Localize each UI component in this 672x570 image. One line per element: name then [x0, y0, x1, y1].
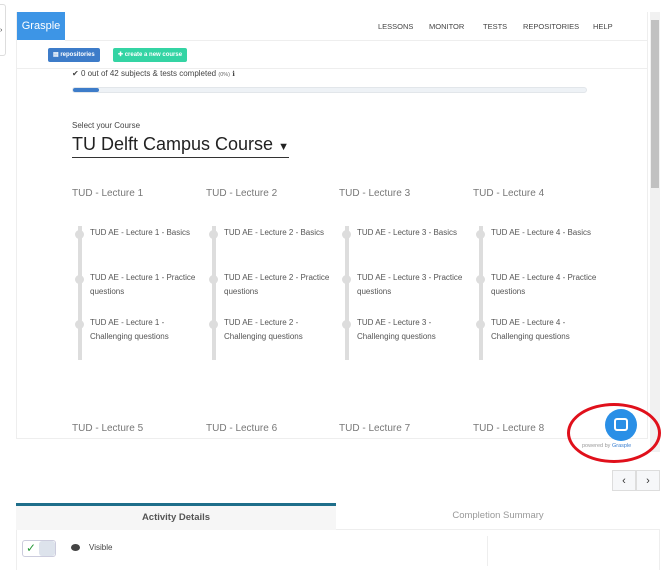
nav-monitor[interactable]: MONITOR	[429, 22, 464, 31]
timeline-dot	[476, 320, 485, 329]
lecture-column: TUD - Lecture 4 TUD AE - Lecture 4 - Bas…	[473, 188, 603, 360]
lecture-title: TUD - Lecture 1	[72, 188, 144, 199]
visibility-toggle[interactable]: ✓	[22, 540, 56, 557]
nav-lessons[interactable]: LESSONS	[378, 22, 413, 31]
timeline-dot	[476, 230, 485, 239]
timeline-dot	[75, 275, 84, 284]
lecture-column: TUD - Lecture 3 TUD AE - Lecture 3 - Bas…	[339, 188, 469, 360]
timeline-dot	[209, 320, 218, 329]
repositories-button[interactable]: ▤ repositories	[48, 48, 100, 62]
grasple-logo[interactable]: Grasple	[17, 12, 65, 40]
lecture-title: TUD - Lecture 5	[72, 423, 144, 434]
lecture-item[interactable]: TUD AE - Lecture 2 - Challenging questio…	[206, 316, 331, 344]
lecture-item[interactable]: TUD AE - Lecture 1 - Challenging questio…	[72, 316, 197, 344]
caret-down-icon: ▼	[278, 141, 289, 153]
lecture-item[interactable]: TUD AE - Lecture 4 - Challenging questio…	[473, 316, 598, 344]
timeline-dot	[209, 230, 218, 239]
info-icon[interactable]: ℹ	[232, 71, 235, 78]
timeline-dot	[75, 230, 84, 239]
lecture-column: TUD - Lecture 2 TUD AE - Lecture 2 - Bas…	[206, 188, 336, 360]
tab-activity-details[interactable]: Activity Details	[16, 503, 336, 530]
lecture-column: TUD - Lecture 1 TUD AE - Lecture 1 - Bas…	[72, 188, 202, 360]
lecture-item[interactable]: TUD AE - Lecture 2 - Practice questions	[206, 271, 331, 299]
create-course-button[interactable]: ✚ create a new course	[113, 48, 188, 62]
lecture-title: TUD - Lecture 6	[206, 423, 278, 434]
lecture-item[interactable]: TUD AE - Lecture 1 - Practice questions	[72, 271, 197, 299]
progress-fill	[73, 88, 99, 92]
toggle-knob	[39, 541, 55, 556]
scrollbar-thumb[interactable]	[651, 20, 659, 188]
prev-button[interactable]: ‹	[612, 470, 636, 491]
nav-tests[interactable]: TESTS	[483, 22, 507, 31]
lecture-title: TUD - Lecture 4	[473, 188, 545, 199]
lecture-item[interactable]: TUD AE - Lecture 1 - Basics	[72, 226, 197, 240]
lecture-item[interactable]: TUD AE - Lecture 2 - Basics	[206, 226, 331, 240]
timeline-dot	[342, 275, 351, 284]
progress-text: ✔ 0 out of 42 subjects & tests completed…	[72, 69, 235, 78]
lecture-title: TUD - Lecture 2	[206, 188, 278, 199]
nav-help[interactable]: HELP	[593, 22, 613, 31]
lecture-item[interactable]: TUD AE - Lecture 3 - Challenging questio…	[339, 316, 464, 344]
lecture-item[interactable]: TUD AE - Lecture 4 - Practice questions	[473, 271, 598, 299]
lecture-title: TUD - Lecture 7	[339, 423, 411, 434]
lecture-item[interactable]: TUD AE - Lecture 4 - Basics	[473, 226, 598, 240]
side-panel-toggle[interactable]: ›	[0, 4, 6, 56]
course-dropdown[interactable]: TU Delft Campus Course ▼	[72, 134, 289, 158]
activity-panel	[16, 530, 660, 570]
timeline-dot	[209, 275, 218, 284]
toolbar: ▤ repositories ✚ create a new course	[17, 41, 647, 69]
select-course-label: Select your Course	[72, 121, 141, 130]
lecture-title: TUD - Lecture 3	[339, 188, 411, 199]
top-nav: LESSONS MONITOR TESTS REPOSITORIES HELP	[65, 12, 648, 41]
progress-bar	[72, 87, 587, 93]
eye-icon	[71, 544, 80, 551]
timeline-dot	[476, 275, 485, 284]
tab-completion-summary[interactable]: Completion Summary	[336, 504, 660, 530]
timeline-dot	[75, 320, 84, 329]
lecture-item[interactable]: TUD AE - Lecture 3 - Basics	[339, 226, 464, 240]
divider	[487, 536, 488, 566]
grasple-frame: Grasple LESSONS MONITOR TESTS REPOSITORI…	[16, 12, 648, 439]
nav-repositories[interactable]: REPOSITORIES	[523, 22, 579, 31]
timeline-dot	[342, 320, 351, 329]
check-icon: ✓	[26, 541, 37, 555]
lecture-item[interactable]: TUD AE - Lecture 3 - Practice questions	[339, 271, 464, 299]
highlight-annotation	[567, 403, 661, 463]
check-icon: ✔	[72, 69, 81, 78]
next-button[interactable]: ›	[636, 470, 660, 491]
uk-flag-icon[interactable]	[647, 23, 648, 29]
timeline-dot	[342, 230, 351, 239]
plus-icon: ✚	[118, 52, 125, 58]
visible-label: Visible	[89, 543, 113, 552]
